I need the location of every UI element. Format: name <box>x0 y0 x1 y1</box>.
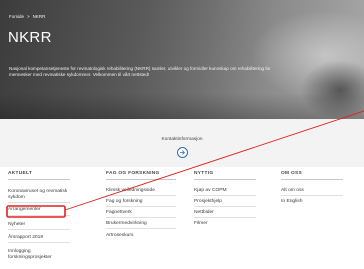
pointer-line <box>64 110 364 211</box>
highlight-box <box>6 205 66 218</box>
annotation-overlay <box>6 110 364 218</box>
